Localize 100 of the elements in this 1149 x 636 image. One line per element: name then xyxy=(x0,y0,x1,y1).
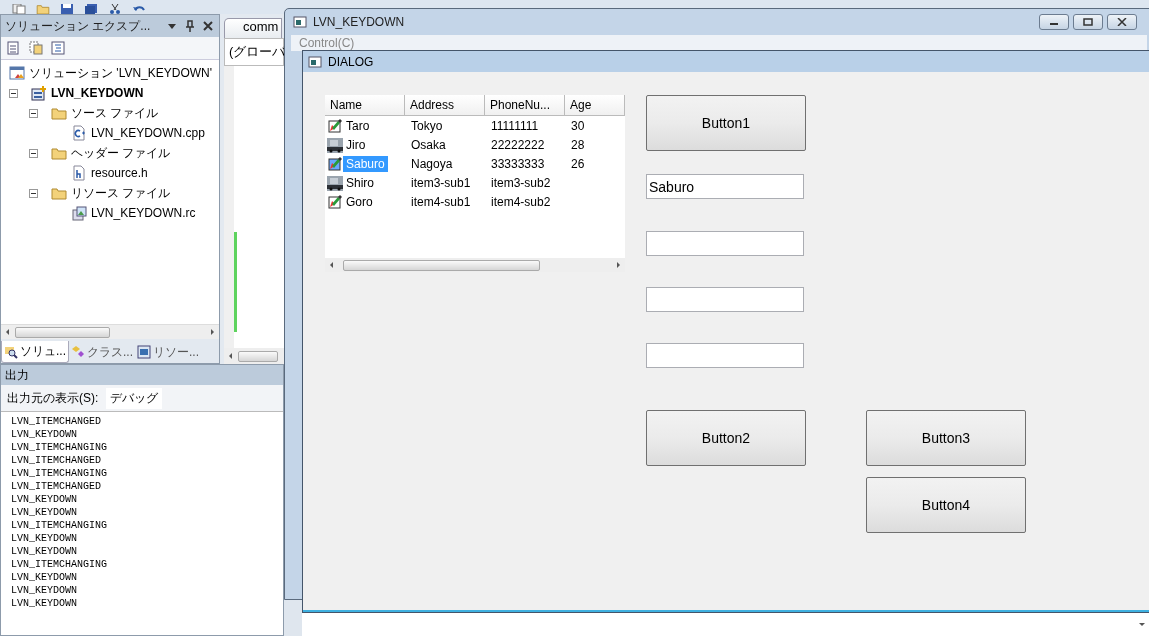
list-item[interactable]: Goro xyxy=(343,193,376,210)
panel-title: 出力 xyxy=(1,365,283,385)
folder-icon xyxy=(51,105,67,121)
push-button[interactable]: Button4 xyxy=(866,477,1026,533)
log-line: LVN_ITEMCHANGING xyxy=(11,558,108,571)
maximize-button[interactable] xyxy=(1073,14,1103,30)
source-dropdown[interactable]: デバッグ xyxy=(106,387,163,409)
tree-item[interactable]: LVN_KEYDOWN.cpp xyxy=(91,126,205,140)
list-item[interactable]: Shiro xyxy=(343,174,377,191)
tree-item[interactable]: LVN_KEYDOWN.rc xyxy=(91,206,196,220)
scrollbar-thumb[interactable] xyxy=(343,259,540,271)
magnifier-icon xyxy=(4,344,18,359)
maximize-icon xyxy=(1083,18,1093,26)
push-button[interactable]: Button3 xyxy=(866,410,1026,466)
input-field[interactable] xyxy=(646,343,804,368)
collapse-toggle[interactable] xyxy=(9,88,18,98)
window-title: LVN_KEYDOWN xyxy=(313,15,406,29)
panel-title: ソリューション エクスプ... xyxy=(5,17,152,35)
close-icon[interactable] xyxy=(201,19,215,33)
save-icon[interactable] xyxy=(60,4,74,14)
table-cell-text: item4-sub2 xyxy=(490,194,552,209)
column-header[interactable]: PhoneNu... xyxy=(485,95,565,116)
save-all-icon[interactable] xyxy=(84,4,98,14)
source-label: 出力元の表示(S): xyxy=(7,389,99,407)
log-line: LVN_KEYDOWN xyxy=(11,532,78,545)
pencil-icon xyxy=(327,117,343,134)
table-cell-text: Nagoya xyxy=(410,156,454,171)
log-line: LVN_KEYDOWN xyxy=(11,597,78,610)
dialog-title: DIALOG xyxy=(328,54,374,69)
column-header[interactable]: Address xyxy=(405,95,485,116)
folder-icon xyxy=(51,145,67,161)
input-field[interactable]: Saburo xyxy=(646,174,804,199)
folder-icon xyxy=(51,185,67,201)
table-cell-text: 11111111 xyxy=(490,118,540,133)
class-view-icon xyxy=(71,345,85,359)
project-icon xyxy=(31,85,47,101)
cpp-file-icon xyxy=(71,125,87,141)
table-cell-text: item3-sub1 xyxy=(410,175,472,190)
cut-icon[interactable] xyxy=(108,4,122,14)
copy-icon[interactable] xyxy=(12,4,26,14)
table-cell-text: item3-sub2 xyxy=(490,175,552,190)
tree-item[interactable]: リソース ファイル xyxy=(71,184,171,202)
table-cell-text: 30 xyxy=(570,118,586,133)
push-button[interactable]: Button1 xyxy=(646,95,806,151)
show-files-icon[interactable] xyxy=(29,41,43,55)
close-button[interactable] xyxy=(1107,14,1137,30)
table-cell-text: item4-sub1 xyxy=(410,194,472,209)
input-field[interactable] xyxy=(646,287,804,312)
log-line: LVN_ITEMCHANGING xyxy=(11,467,108,480)
close-icon xyxy=(1117,18,1127,26)
table-cell-text: 28 xyxy=(570,137,586,152)
column-header[interactable]: Age xyxy=(565,95,625,116)
window-icon xyxy=(293,15,307,29)
list-view[interactable]: Name Address PhoneNu... Age Taro Tokyo 11111111 30 Jiro Osaka 22222222 28 Saburo Nagoya 33333333 26 Shiro item3-sub1 item3-sub2 Goro item4-sub1 item4-sub2 xyxy=(325,95,625,272)
car-icon xyxy=(327,174,343,191)
log-line: LVN_KEYDOWN xyxy=(11,545,78,558)
log-line: LVN_KEYDOWN xyxy=(11,428,78,441)
collapse-toggle[interactable] xyxy=(29,108,38,118)
minimize-button[interactable] xyxy=(1039,14,1069,30)
resource-file-icon xyxy=(71,205,87,221)
resource-view-icon xyxy=(137,345,152,359)
log-line: LVN_ITEMCHANGED xyxy=(11,454,102,467)
pencil-icon xyxy=(327,155,343,172)
pencil-icon xyxy=(327,193,343,210)
table-cell-text: 26 xyxy=(570,156,586,171)
scrollbar-thumb[interactable] xyxy=(15,326,110,338)
log-line: LVN_ITEMCHANGING xyxy=(11,441,108,454)
table-cell-text: 33333333 xyxy=(490,156,546,171)
window-icon xyxy=(308,54,322,69)
tree-item[interactable]: ソリューション 'LVN_KEYDOWN' xyxy=(29,64,213,82)
log-line: LVN_ITEMCHANGED xyxy=(11,415,102,428)
panel-tab[interactable]: リソー... xyxy=(135,341,202,363)
list-item[interactable]: Jiro xyxy=(343,136,369,153)
input-field[interactable] xyxy=(646,231,804,256)
column-header[interactable]: Name xyxy=(325,95,405,116)
table-cell-text: Tokyo xyxy=(410,118,444,133)
header-file-icon xyxy=(71,165,87,181)
pin-icon[interactable] xyxy=(183,19,197,33)
solution-icon xyxy=(9,65,25,81)
log-line: LVN_ITEMCHANGED xyxy=(11,480,102,493)
panel-tab[interactable]: ソリュ... xyxy=(1,341,69,363)
tree-item[interactable]: LVN_KEYDOWN xyxy=(51,86,144,100)
table-cell-text: Osaka xyxy=(410,137,447,152)
push-button[interactable]: Button2 xyxy=(646,410,806,466)
tree-item[interactable]: ソース ファイル xyxy=(71,104,159,122)
list-item[interactable]: Taro xyxy=(343,117,373,134)
log-line: LVN_KEYDOWN xyxy=(11,506,78,519)
panel-tab[interactable]: クラス... xyxy=(69,341,136,363)
log-line: LVN_ITEMCHANGING xyxy=(11,519,108,532)
scrollbar-thumb[interactable] xyxy=(238,350,278,362)
log-line: LVN_KEYDOWN xyxy=(11,571,78,584)
editor-tab[interactable]: comm xyxy=(224,18,282,38)
collapse-toggle[interactable] xyxy=(29,188,38,198)
car-icon xyxy=(327,136,343,153)
table-cell-text: 22222222 xyxy=(490,137,546,152)
collapse-toggle[interactable] xyxy=(29,148,38,158)
log-line: LVN_KEYDOWN xyxy=(11,493,78,506)
tree-item[interactable]: resource.h xyxy=(91,166,148,180)
log-line: LVN_KEYDOWN xyxy=(11,584,78,597)
tree-item[interactable]: ヘッダー ファイル xyxy=(71,144,171,162)
